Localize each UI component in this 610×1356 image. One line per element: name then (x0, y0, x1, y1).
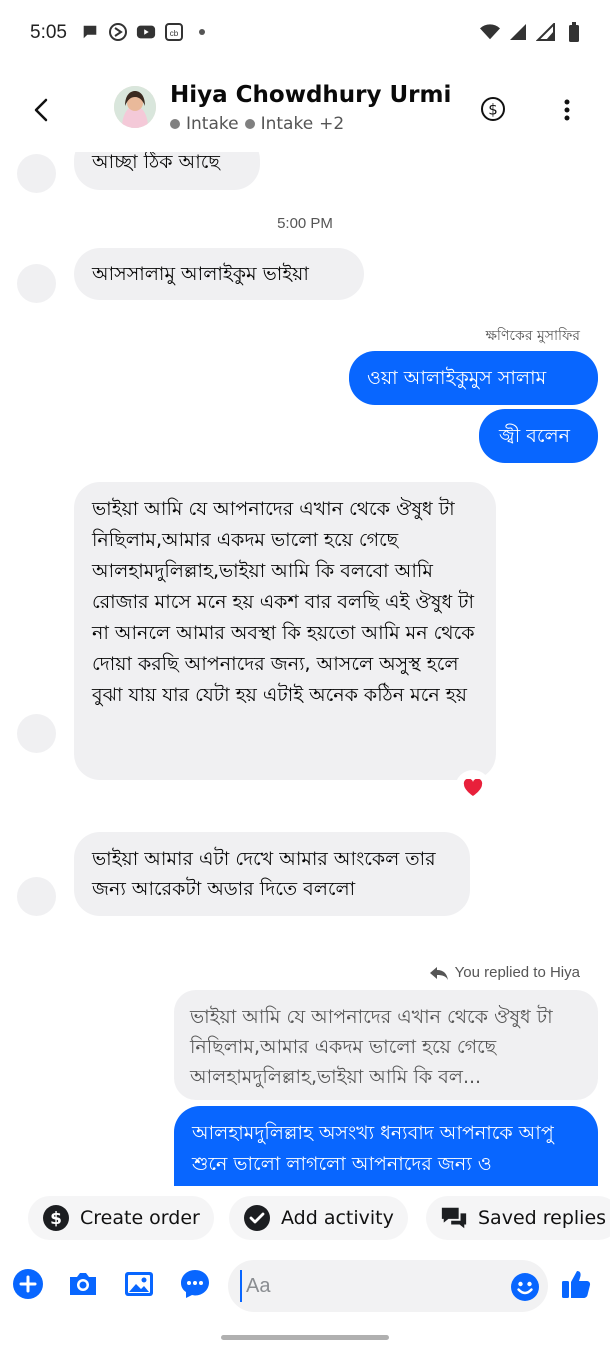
status-time: 5:05 (30, 22, 67, 43)
sender-avatar (17, 714, 56, 753)
emoji-button[interactable] (510, 1272, 540, 1302)
chevron-left-icon (34, 98, 48, 122)
reply-arrow-icon (429, 966, 448, 980)
dollar-icon: $ (481, 97, 505, 121)
label-dot-icon (244, 119, 255, 129)
chat-bubbles-icon (440, 1204, 468, 1232)
quoted-message[interactable]: ভাইয়া আমি যে আপনাদের এখান থেকে ঔষুধ টা … (174, 990, 598, 1100)
gallery-button[interactable] (123, 1268, 155, 1300)
smiley-icon (511, 1273, 539, 1301)
reply-indicator: You replied to Hiya (429, 964, 580, 981)
add-activity-label: Add activity (281, 1207, 394, 1229)
conversation-header: Hiya Chowdhury Urmi Intake Intake +2 $ (0, 66, 610, 152)
system-icons (480, 22, 584, 42)
wifi-icon (480, 22, 500, 42)
message-composer (0, 1250, 610, 1320)
create-order-label: Create order (80, 1207, 200, 1229)
create-order-button[interactable]: $ Create order (28, 1196, 214, 1240)
dot-icon (192, 22, 212, 42)
sender-avatar (17, 264, 56, 303)
message-bubble[interactable]: জ্বী বলেন (479, 409, 598, 463)
sender-avatar (17, 877, 56, 916)
svg-text:cb: cb (170, 29, 179, 38)
dollar-circle-icon: $ (42, 1204, 70, 1232)
heart-reaction[interactable] (457, 772, 489, 804)
saved-replies-button[interactable]: Saved replies (426, 1196, 610, 1240)
camera-icon (70, 1273, 96, 1295)
saved-replies-label: Saved replies (478, 1207, 607, 1229)
signal-icon (536, 22, 556, 42)
check-circle-icon (243, 1204, 271, 1232)
add-activity-button[interactable]: Add activity (229, 1196, 408, 1240)
contact-name[interactable]: Hiya Chowdhury Urmi (170, 82, 451, 108)
back-button[interactable] (28, 92, 56, 128)
message-bubble[interactable]: ভাইয়া আমি যে আপনাদের এখান থেকে ঔষুধ টা … (74, 482, 496, 780)
circle-slash-icon (108, 22, 128, 42)
message-input-container[interactable] (228, 1260, 548, 1312)
message-timestamp: 5:00 PM (277, 215, 333, 232)
message-bubble[interactable]: ওয়া আলাইকুমুস সালাম (349, 351, 598, 405)
battery-icon (564, 22, 584, 42)
more-actions-button[interactable] (179, 1268, 211, 1300)
message-bubble[interactable]: আচ্ছা ঠিক আছে (74, 152, 260, 190)
add-button[interactable] (12, 1268, 44, 1300)
message-bubble[interactable]: ভাইয়া আমার এটা দেখে আমার আংকেল তার জন্য… (74, 832, 470, 916)
contact-avatar[interactable] (114, 86, 156, 128)
status-bar: 5:05 cb (0, 0, 610, 66)
message-input[interactable] (240, 1270, 490, 1302)
heart-icon (463, 779, 483, 796)
like-button[interactable] (560, 1268, 592, 1300)
message-thread[interactable]: আচ্ছা ঠিক আছে 5:00 PM আসসালামু আলাইকুম ভ… (0, 152, 610, 1186)
plus-circle-icon (13, 1269, 43, 1299)
home-indicator[interactable] (221, 1335, 389, 1340)
payment-button[interactable]: $ (480, 96, 506, 122)
image-icon (125, 1272, 153, 1296)
camera-button[interactable] (67, 1268, 99, 1300)
more-vertical-icon (564, 99, 570, 121)
contact-labels[interactable]: Intake Intake +2 (170, 114, 344, 134)
label-intake: Intake (260, 114, 314, 134)
chat-bubble-icon (80, 22, 100, 42)
youtube-icon (136, 22, 156, 42)
label-dot-icon (170, 119, 180, 129)
sender-avatar (17, 154, 56, 193)
reply-note-text: You replied to Hiya (454, 964, 580, 981)
message-bubble[interactable]: আলহামদুলিল্লাহ অসংখ্য ধন্যবাদ আপনাকে আপু… (174, 1106, 598, 1186)
sender-label: ক্ষণিকের মুসাফির (485, 328, 580, 344)
chat-dots-icon (181, 1270, 209, 1298)
signal-icon (508, 22, 528, 42)
label-intake: Intake (186, 114, 239, 134)
svg-text:$: $ (50, 1209, 62, 1229)
svg-text:$: $ (488, 101, 498, 119)
more-options-button[interactable] (556, 96, 578, 124)
label-extra-count: +2 (319, 114, 345, 134)
notification-icons: cb (80, 22, 212, 42)
cb-app-icon: cb (164, 22, 184, 42)
message-bubble[interactable]: আসসালামু আলাইকুম ভাইয়া (74, 248, 364, 300)
thumbs-up-icon (562, 1271, 591, 1298)
quick-actions-bar: $ Create order Add activity Saved replie… (0, 1186, 610, 1250)
